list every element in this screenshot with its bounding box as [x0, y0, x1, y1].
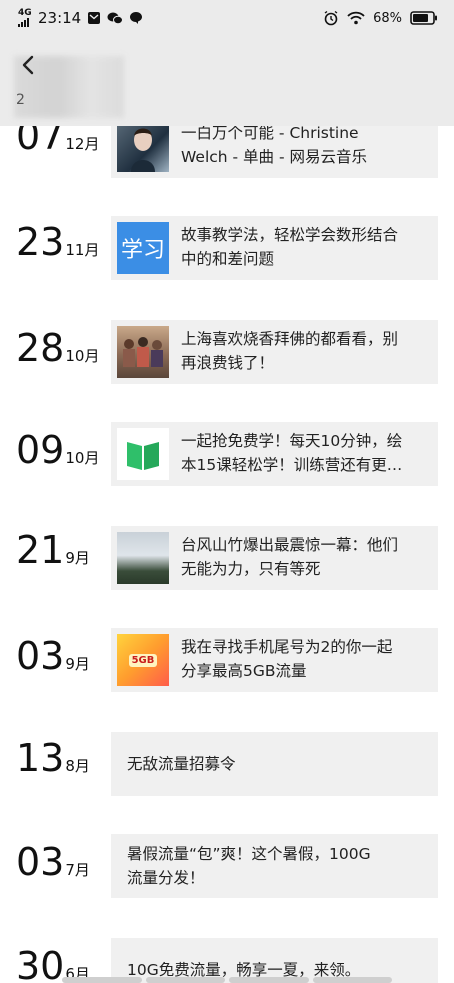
post-date: 23 11月 — [16, 220, 99, 264]
wechat-icon — [107, 11, 124, 25]
message-icon — [129, 11, 143, 25]
post-day: 30 — [16, 944, 65, 983]
post-day: 23 — [16, 220, 65, 264]
header-bar: 2 — [0, 36, 454, 126]
list-item: 23 11月 学习 故事教学法，轻松学会数形结合 中的和差问题 — [0, 216, 454, 290]
post-day: 03 — [16, 634, 65, 678]
post-date: 03 9月 — [16, 634, 90, 678]
post-card[interactable]: 上海喜欢烧香拜佛的都看看，别 再浪费钱了！ — [111, 320, 438, 384]
post-card[interactable]: 一起抢免费学！每天10分钟，绘 本15课轻松学！训练营还有更… — [111, 422, 438, 486]
post-card[interactable]: 无敌流量招募令 — [111, 732, 438, 796]
status-bar: 4G 23:14 68% — [0, 0, 454, 36]
promo-thumbnail: 5GB — [117, 634, 169, 686]
typhoon-photo-thumbnail — [117, 532, 169, 584]
list-item: 21 9月 台风山竹爆出最震惊一幕：他们 无能为力，只有等死 — [0, 526, 454, 598]
study-thumbnail: 学习 — [117, 222, 169, 274]
wifi-icon — [347, 11, 365, 25]
post-date: 07 12月 — [16, 126, 99, 158]
post-text: 台风山竹爆出最震惊一幕：他们 无能为力，只有等死 — [181, 536, 399, 578]
post-month: 9月 — [65, 549, 90, 567]
post-day: 13 — [16, 736, 65, 780]
post-card[interactable]: 暑假流量“包”爽！这个暑假，100G 流量分发！ — [111, 834, 438, 898]
year-label: 2 — [16, 92, 25, 108]
list-item: 07 12月 一白万个可能 - Christine Welch - 单曲 - 网… — [0, 126, 454, 194]
study-thumbnail-label: 学习 — [120, 238, 165, 263]
list-item: 03 7月 暑假流量“包”爽！这个暑假，100G 流量分发！ — [0, 834, 454, 910]
post-text: 一白万个可能 - Christine Welch - 单曲 - 网易云音乐 — [181, 126, 368, 166]
battery-percentage: 68% — [373, 10, 402, 26]
status-left: 4G 23:14 — [18, 9, 143, 27]
list-item: 03 9月 5GB 我在寻找手机尾号为2的你一起 分享最高5GB流量 — [0, 628, 454, 704]
promo-thumbnail-label: 5GB — [128, 653, 158, 667]
post-month: 12月 — [65, 135, 100, 153]
status-right: 68% — [323, 10, 438, 26]
back-arrow-icon[interactable] — [14, 50, 44, 80]
post-date: 09 10月 — [16, 428, 99, 472]
moments-feed[interactable]: 07 12月 一白万个可能 - Christine Welch - 单曲 - 网… — [0, 126, 454, 983]
list-item: 28 10月 上海喜欢烧香拜佛的都看看，别 再浪费钱了！ — [0, 320, 454, 396]
post-text: 一起抢免费学！每天10分钟，绘 本15课轻松学！训练营还有更… — [181, 432, 403, 474]
post-day: 21 — [16, 528, 65, 572]
post-card[interactable]: 学习 故事教学法，轻松学会数形结合 中的和差问题 — [111, 216, 438, 280]
network-type: 4G — [18, 8, 32, 18]
post-card[interactable]: 一白万个可能 - Christine Welch - 单曲 - 网易云音乐 — [111, 126, 438, 178]
mail-notification-icon — [87, 11, 101, 25]
signal-icon: 4G — [18, 9, 32, 27]
post-day: 28 — [16, 326, 65, 370]
post-month: 11月 — [65, 241, 100, 259]
music-cover-thumbnail — [117, 126, 169, 172]
list-item: 09 10月 一起抢免费学！每天10分钟，绘 本15课轻松学！训练营还有更… — [0, 422, 454, 498]
status-time: 23:14 — [38, 9, 82, 27]
post-card[interactable]: 5GB 我在寻找手机尾号为2的你一起 分享最高5GB流量 — [111, 628, 438, 692]
crowd-photo-thumbnail — [117, 326, 169, 378]
post-date: 03 7月 — [16, 840, 90, 884]
post-card[interactable]: 台风山竹爆出最震惊一幕：他们 无能为力，只有等死 — [111, 526, 438, 590]
post-text: 故事教学法，轻松学会数形结合 中的和差问题 — [181, 226, 399, 268]
post-text: 暑假流量“包”爽！这个暑假，100G 流量分发！ — [127, 845, 371, 887]
post-month: 10月 — [65, 347, 100, 365]
post-date: 28 10月 — [16, 326, 99, 370]
post-month: 10月 — [65, 449, 100, 467]
post-date: 21 9月 — [16, 528, 90, 572]
book-logo-thumbnail — [117, 428, 169, 480]
list-item: 13 8月 无敌流量招募令 — [0, 732, 454, 806]
battery-icon — [410, 11, 438, 25]
post-day: 07 — [16, 126, 65, 158]
post-text: 无敌流量招募令 — [127, 755, 236, 773]
post-day: 03 — [16, 840, 65, 884]
post-month: 7月 — [65, 861, 90, 879]
post-month: 9月 — [65, 655, 90, 673]
post-month: 8月 — [65, 757, 90, 775]
home-indicator — [62, 977, 392, 983]
post-date: 13 8月 — [16, 736, 90, 780]
post-day: 09 — [16, 428, 65, 472]
post-text: 上海喜欢烧香拜佛的都看看，别 再浪费钱了！ — [181, 330, 399, 372]
alarm-icon — [323, 10, 339, 26]
post-text: 我在寻找手机尾号为2的你一起 分享最高5GB流量 — [181, 638, 393, 680]
